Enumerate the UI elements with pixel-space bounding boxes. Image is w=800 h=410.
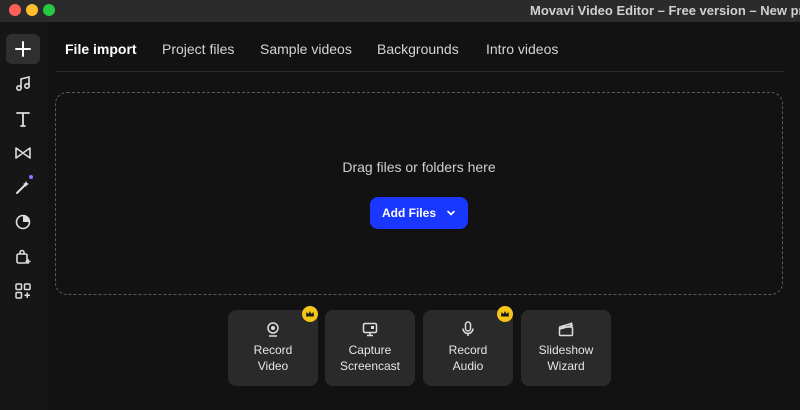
sidebar: [0, 22, 48, 410]
import-tabs: File import Project files Sample videos …: [48, 22, 800, 72]
import-panel: File import Project files Sample videos …: [48, 22, 800, 410]
record-video-label-line1: Record: [253, 343, 293, 357]
magic-wand-icon: [16, 181, 29, 194]
slideshow-wizard-label-line1: Slideshow: [538, 343, 594, 357]
shopping-bag-icon: [16, 249, 31, 264]
slideshow-wizard-label-line2: Wizard: [547, 359, 585, 373]
capture-options: Record Video Capture Screencast Record Audi…: [48, 306, 800, 388]
chevron-down-icon: [447, 210, 455, 216]
zoom-window-button[interactable]: [43, 4, 55, 16]
premium-crown-icon: [497, 306, 513, 322]
sidebar-item-transitions[interactable]: [6, 138, 40, 168]
sidebar-item-effects[interactable]: [6, 172, 40, 202]
filter-icon: [15, 214, 31, 230]
capture-screencast-label-line1: Capture: [348, 343, 392, 357]
add-files-label: Add Files: [381, 206, 436, 220]
drop-zone-text: Drag files or folders here: [342, 159, 496, 175]
capture-screencast-label-line2: Screencast: [339, 359, 401, 373]
drop-zone[interactable]: Drag files or folders here Add Files: [55, 92, 783, 295]
record-video-label-line2: Video: [257, 359, 289, 373]
record-audio-label-line1: Record: [448, 343, 488, 357]
add-files-button[interactable]: Add Files: [370, 197, 468, 229]
tab-sample-videos[interactable]: Sample videos: [260, 41, 352, 57]
music-note-icon: [15, 75, 31, 92]
tab-intro-videos[interactable]: Intro videos: [486, 41, 558, 57]
webcam-icon: [267, 322, 279, 337]
slideshow-wizard-card[interactable]: Slideshow Wizard: [521, 310, 611, 386]
record-audio-label-line2: Audio: [452, 359, 484, 373]
microphone-icon: [462, 321, 474, 336]
screen-capture-icon: [362, 322, 378, 337]
tabs-divider: [56, 71, 784, 72]
sidebar-item-filters[interactable]: [6, 207, 40, 237]
tab-file-import[interactable]: File import: [65, 41, 137, 57]
new-badge-dot: [29, 175, 33, 179]
tab-project-files[interactable]: Project files: [162, 41, 234, 57]
minimize-window-button[interactable]: [26, 4, 38, 16]
capture-screencast-card[interactable]: Capture Screencast: [325, 310, 415, 386]
window-title: Movavi Video Editor – Free version – New…: [530, 3, 800, 18]
sidebar-item-titles[interactable]: [6, 104, 40, 134]
sidebar-item-stickers[interactable]: [6, 242, 40, 272]
text-icon: [16, 112, 30, 127]
record-video-card[interactable]: Record Video: [228, 306, 318, 386]
sidebar-item-import[interactable]: [6, 34, 40, 64]
close-window-button[interactable]: [9, 4, 21, 16]
widgets-icon: [15, 283, 31, 299]
sidebar-item-music[interactable]: [6, 69, 40, 99]
premium-crown-icon: [302, 306, 318, 322]
transition-icon: [15, 147, 31, 159]
clapperboard-icon: [558, 322, 574, 337]
record-audio-card[interactable]: Record Audio: [423, 306, 513, 386]
title-bar: Movavi Video Editor – Free version – New…: [0, 0, 800, 22]
tab-backgrounds[interactable]: Backgrounds: [377, 41, 459, 57]
sidebar-item-more[interactable]: [6, 276, 40, 306]
plus-icon: [15, 41, 31, 57]
